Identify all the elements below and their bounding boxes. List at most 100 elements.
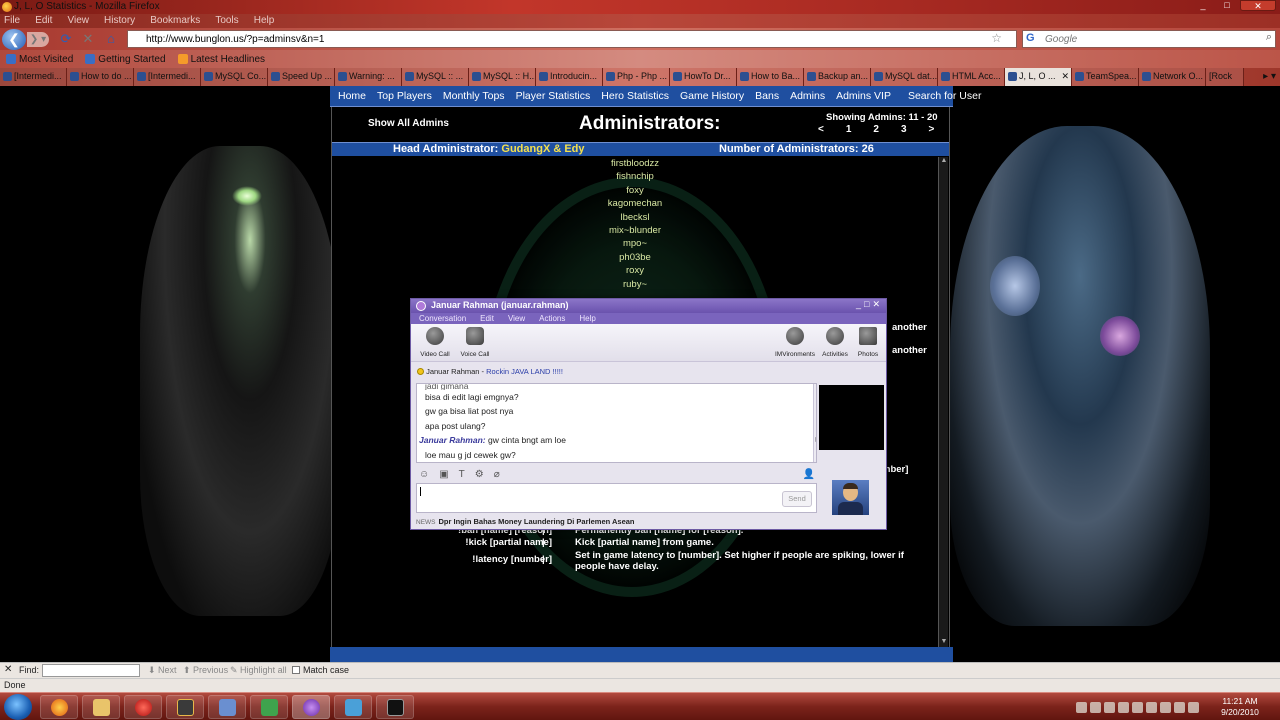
admin-name-link[interactable]: ph03be bbox=[585, 251, 685, 264]
tab-scroll-arrows[interactable]: ▸ ▾ bbox=[1259, 68, 1280, 86]
admin-name-link[interactable]: roxy bbox=[585, 264, 685, 277]
photos-button[interactable]: Photos bbox=[846, 327, 890, 358]
menu-file[interactable]: File bbox=[4, 15, 20, 26]
pager-page-3[interactable]: 3 bbox=[901, 124, 907, 135]
taskbar-cmd[interactable] bbox=[376, 695, 414, 719]
messenger-menu-help[interactable]: Help bbox=[579, 313, 595, 324]
taskbar-app[interactable] bbox=[166, 695, 204, 719]
admin-name-link[interactable]: mpo~ bbox=[585, 237, 685, 250]
browser-tab[interactable]: Network O... bbox=[1139, 68, 1206, 86]
taskbar-firefox[interactable] bbox=[40, 695, 78, 719]
tray-icon[interactable] bbox=[1146, 702, 1157, 713]
tray-icon[interactable] bbox=[1174, 702, 1185, 713]
text-format-icon[interactable]: T bbox=[459, 469, 465, 480]
bookmark-getting-started[interactable]: Getting Started bbox=[85, 54, 166, 65]
browser-tab[interactable]: MySQL :: ... bbox=[402, 68, 469, 86]
bookmark-star-icon[interactable]: ☆ bbox=[991, 31, 1002, 45]
messenger-menu-conversation[interactable]: Conversation bbox=[419, 313, 466, 324]
nav-admins[interactable]: Admins bbox=[790, 90, 825, 102]
browser-tab[interactable]: Php - Php ... bbox=[603, 68, 670, 86]
pager-next[interactable]: > bbox=[929, 124, 935, 135]
browser-tab[interactable]: How to Ba... bbox=[737, 68, 804, 86]
messenger-menu-actions[interactable]: Actions bbox=[539, 313, 565, 324]
maximize-button[interactable]: □ bbox=[1216, 0, 1238, 11]
chat-scroll-down-icon[interactable]: ▼ bbox=[815, 454, 816, 460]
search-bar[interactable]: G ⌕ bbox=[1022, 30, 1276, 48]
admin-name-link[interactable]: ruby~ bbox=[585, 278, 685, 291]
close-find-icon[interactable]: ✕ bbox=[4, 664, 12, 675]
news-headline[interactable]: Dpr Ingin Bahas Money Laundering Di Parl… bbox=[439, 517, 635, 526]
stop-icon[interactable]: ✕ bbox=[80, 31, 96, 47]
nav-admins-vip[interactable]: Admins VIP bbox=[836, 90, 891, 102]
url-input[interactable] bbox=[128, 31, 968, 47]
taskbar-app[interactable] bbox=[250, 695, 288, 719]
pager-prev[interactable]: < bbox=[818, 124, 824, 135]
find-previous-button[interactable]: ⬆ Previous bbox=[183, 665, 228, 676]
back-button[interactable]: ❮ bbox=[2, 29, 26, 50]
menu-bookmarks[interactable]: Bookmarks bbox=[150, 15, 200, 26]
browser-tab[interactable]: TeamSpea... bbox=[1072, 68, 1139, 86]
scroll-up-icon[interactable]: ▲ bbox=[939, 157, 949, 166]
match-case-checkbox[interactable]: Match case bbox=[292, 665, 349, 675]
taskbar-app[interactable] bbox=[124, 695, 162, 719]
menu-help[interactable]: Help bbox=[254, 15, 275, 26]
clock-date[interactable]: 9/20/2010 bbox=[1212, 707, 1268, 717]
search-input[interactable] bbox=[1023, 31, 1243, 47]
tray-icon[interactable] bbox=[1132, 702, 1143, 713]
nav-game-history[interactable]: Game History bbox=[680, 90, 744, 102]
browser-tab[interactable]: [Rock bbox=[1206, 68, 1244, 86]
highlight-all-button[interactable]: ✎ Highlight all bbox=[230, 665, 287, 676]
bookmark-latest-headlines[interactable]: Latest Headlines bbox=[177, 54, 265, 65]
admin-name-link[interactable]: fishnchip bbox=[585, 170, 685, 183]
find-next-button[interactable]: ⬇ Next bbox=[148, 665, 177, 676]
admin-name-link[interactable]: lbecksl bbox=[585, 211, 685, 224]
browser-tab[interactable]: [Intermedi... bbox=[0, 68, 67, 86]
google-icon[interactable]: G bbox=[1026, 32, 1035, 44]
menu-tools[interactable]: Tools bbox=[215, 15, 238, 26]
tray-icon[interactable] bbox=[1076, 702, 1087, 713]
address-bar[interactable]: ☆ bbox=[127, 30, 1017, 48]
messenger-window-controls[interactable]: _□✕ bbox=[856, 299, 883, 310]
nav-home[interactable]: Home bbox=[338, 90, 366, 102]
browser-tab[interactable]: [Intermedi... bbox=[134, 68, 201, 86]
browser-tab[interactable]: Warning: ... bbox=[335, 68, 402, 86]
nav-monthly-tops[interactable]: Monthly Tops bbox=[443, 90, 505, 102]
plugins-icon[interactable]: ⚙ bbox=[475, 469, 484, 480]
tab-close-icon[interactable]: ✕ bbox=[1061, 71, 1069, 86]
close-button[interactable]: ✕ bbox=[1240, 0, 1276, 11]
browser-tab[interactable]: MySQL :: H... bbox=[469, 68, 536, 86]
taskbar-explorer[interactable] bbox=[82, 695, 120, 719]
chat-history[interactable]: jadi gimana bisa di edit lagi emgnya? gw… bbox=[416, 383, 817, 463]
browser-tab[interactable]: Backup an... bbox=[804, 68, 871, 86]
my-avatar[interactable] bbox=[832, 480, 869, 515]
page-scrollbar[interactable]: ▲ ▼ bbox=[938, 157, 948, 647]
send-button[interactable]: Send bbox=[782, 491, 812, 507]
taskbar-app[interactable] bbox=[334, 695, 372, 719]
search-icon[interactable]: ⌕ bbox=[1266, 31, 1272, 44]
start-button[interactable] bbox=[4, 694, 32, 720]
browser-tab-active[interactable]: J, L, O ... ✕ bbox=[1005, 68, 1072, 86]
taskbar-app[interactable] bbox=[208, 695, 246, 719]
nav-player-statistics[interactable]: Player Statistics bbox=[516, 90, 591, 102]
clock-time[interactable]: 11:21 AM bbox=[1212, 696, 1268, 706]
browser-tab[interactable]: HTML Acc... bbox=[938, 68, 1005, 86]
browser-tab[interactable]: HowTo Dr... bbox=[670, 68, 737, 86]
nav-bans[interactable]: Bans bbox=[755, 90, 779, 102]
video-call-button[interactable]: Video Call bbox=[413, 327, 457, 358]
add-contact-icon[interactable]: 👤 bbox=[803, 469, 815, 480]
bookmark-most-visited[interactable]: Most Visited bbox=[6, 54, 73, 65]
admin-name-link[interactable]: foxy bbox=[585, 184, 685, 197]
browser-tab[interactable]: Speed Up ... bbox=[268, 68, 335, 86]
show-all-admins-link[interactable]: Show All Admins bbox=[368, 118, 449, 129]
messenger-titlebar[interactable]: Januar Rahman (januar.rahman) _□✕ bbox=[411, 299, 886, 313]
tray-icon[interactable] bbox=[1188, 702, 1199, 713]
attach-file-icon[interactable]: ⌀ bbox=[494, 469, 500, 480]
messenger-menu-edit[interactable]: Edit bbox=[480, 313, 494, 324]
browser-tab[interactable]: How to do ... bbox=[67, 68, 134, 86]
chat-scrollbar[interactable]: ▲ ▤ ▼ bbox=[813, 384, 816, 462]
pager-page-2[interactable]: 2 bbox=[873, 124, 879, 135]
nav-top-players[interactable]: Top Players bbox=[377, 90, 432, 102]
browser-tab[interactable]: MySQL Co... bbox=[201, 68, 268, 86]
chat-scroll-up-icon[interactable]: ▲ bbox=[815, 385, 816, 391]
tray-icons[interactable] bbox=[1076, 702, 1206, 713]
